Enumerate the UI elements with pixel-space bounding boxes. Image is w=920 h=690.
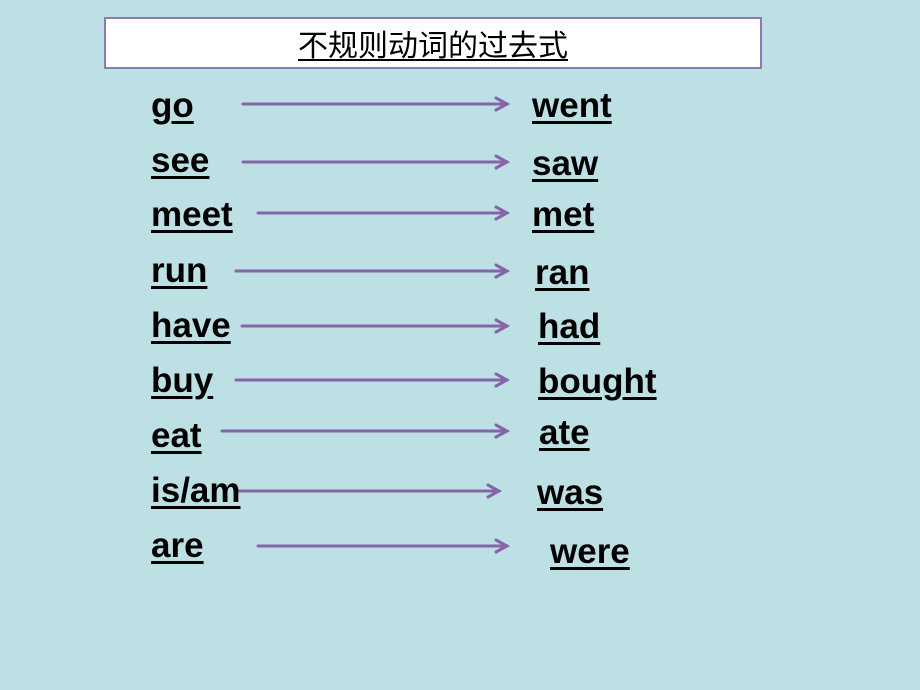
arrow-have [240, 318, 511, 334]
base-verb-is-am: is/am [151, 471, 241, 510]
arrow-is-am [234, 483, 503, 499]
arrow-meet [256, 205, 511, 221]
past-verb-were: were [550, 532, 630, 571]
past-verb-bought: bought [538, 362, 657, 401]
title-box: 不规则动词的过去式 [104, 17, 762, 69]
arrow-eat [220, 423, 511, 439]
base-verb-go: go [151, 86, 194, 125]
base-verb-buy: buy [151, 361, 214, 400]
base-verb-are: are [151, 526, 204, 565]
arrow-are [256, 538, 511, 554]
past-verb-saw: saw [532, 144, 599, 183]
past-verb-was: was [537, 473, 604, 512]
base-verb-have: have [151, 306, 231, 345]
past-verb-ran: ran [535, 253, 590, 292]
base-verb-see: see [151, 141, 210, 180]
page-title: 不规则动词的过去式 [298, 29, 568, 64]
past-verb-ate: ate [539, 413, 590, 452]
past-verb-went: went [532, 86, 612, 125]
arrow-buy [234, 372, 511, 388]
past-verb-met: met [532, 195, 595, 234]
arrows-layer [220, 96, 511, 554]
base-verb-meet: meet [151, 195, 233, 234]
base-verb-run: run [151, 251, 208, 290]
past-verb-had: had [538, 307, 601, 346]
base-verb-eat: eat [151, 416, 202, 455]
arrow-run [234, 263, 511, 279]
arrow-see [241, 154, 511, 170]
arrow-go [241, 96, 511, 112]
